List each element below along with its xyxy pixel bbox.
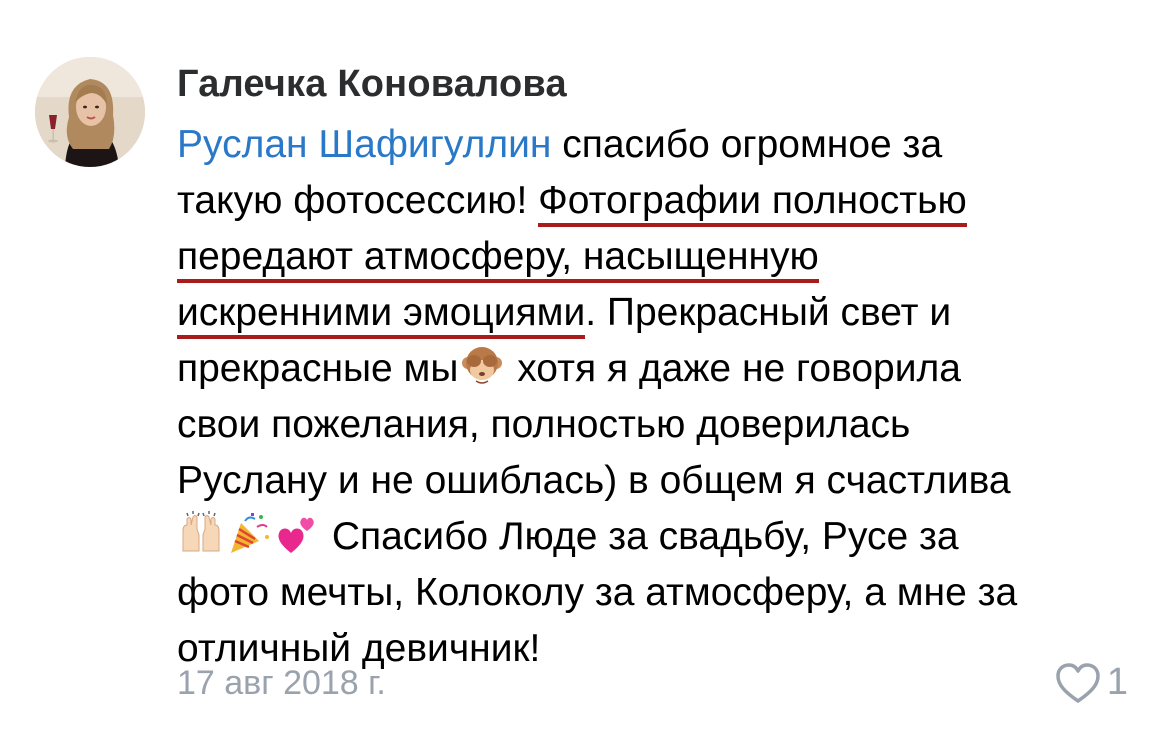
comment: Галечка Коновалова Руслан Шафигуллин спа…: [0, 0, 1170, 743]
two-hearts-icon: [275, 511, 319, 555]
text-segment: такую фотосессию!: [177, 179, 539, 222]
raising-hands-icon: [179, 511, 223, 555]
text-segment: спасибо огромное за: [551, 123, 943, 166]
comment-line-7: Руслану и не ошиблась) в общем я счастли…: [177, 459, 1011, 502]
comment-line-3: передают атмосферу, насыщенную: [177, 229, 1137, 285]
comment-text: Руслан Шафигуллин спасибо огромное за та…: [177, 117, 1137, 677]
likes-count: 1: [1106, 661, 1128, 703]
underlined-text: Фотографии полностью: [538, 179, 967, 227]
underlined-text: искренними эмоциями: [177, 291, 586, 339]
comment-line-2: такую фотосессию! Фотографии полностью: [177, 173, 1137, 229]
comment-date[interactable]: 17 авг 2018 г.: [177, 664, 386, 703]
comment-line-8: Спасибо Люде за свадьбу, Русе за: [177, 509, 1137, 565]
heart-icon: [1055, 662, 1101, 704]
comment-line-6: свои пожелания, полностью доверилась: [177, 403, 911, 446]
underlined-text: передают атмосферу, насыщенную: [177, 235, 819, 283]
text-segment: Спасибо Люде за свадьбу, Русе за: [321, 515, 959, 558]
text-segment: прекрасные мы: [177, 347, 459, 390]
party-popper-icon: [227, 511, 271, 555]
comment-line-1: Руслан Шафигуллин спасибо огромное за: [177, 117, 1137, 173]
like-button[interactable]: 1: [1055, 661, 1128, 704]
see-no-evil-monkey-icon: [460, 343, 504, 387]
avatar-photo: [35, 57, 145, 167]
author-name[interactable]: Галечка Коновалова: [177, 63, 567, 106]
comment-line-4: искренними эмоциями. Прекрасный свет и: [177, 285, 1137, 341]
text-segment: хотя я даже не говорила: [506, 347, 961, 390]
avatar[interactable]: [35, 57, 145, 167]
text-segment: . Прекрасный свет и: [585, 291, 952, 334]
comment-line-5: прекрасные мы хотя я даже не говорила: [177, 341, 1137, 397]
mention-link[interactable]: Руслан Шафигуллин: [177, 123, 551, 166]
comment-line-9: фото мечты, Колоколу за атмосферу, а мне…: [177, 571, 1018, 614]
